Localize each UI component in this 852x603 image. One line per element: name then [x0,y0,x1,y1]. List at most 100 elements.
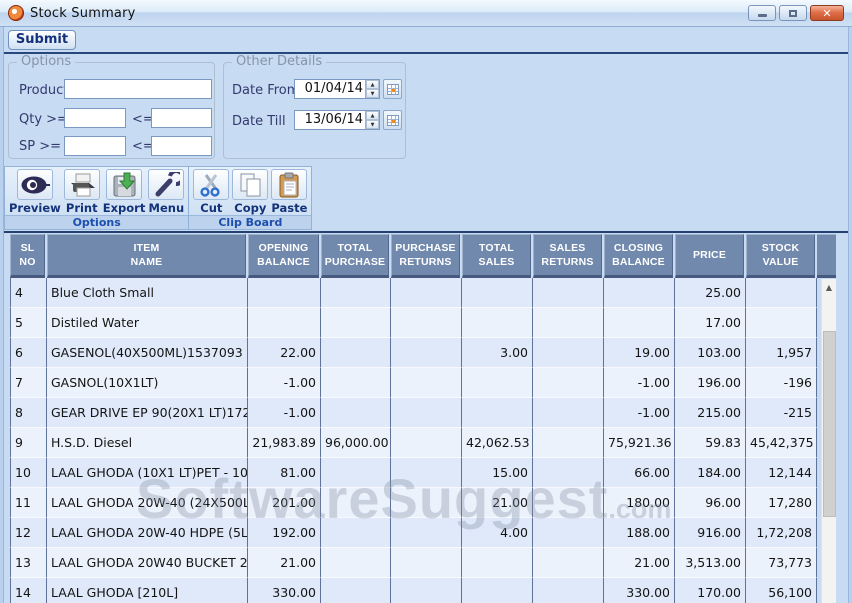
print-button[interactable]: Print [64,169,100,215]
toolbar-group-caption: Clip Board [189,215,311,229]
scroll-up-arrow-icon[interactable]: ▲ [822,279,836,295]
table-row[interactable]: 5Distiled Water17.00 [10,308,817,338]
table-row[interactable]: 13LAAL GHODA 20W40 BUCKET 2...21.0021.00… [10,548,817,578]
item-name-cell: H.S.D. Diesel [47,428,248,458]
cell [533,488,604,518]
close-button[interactable]: ✕ [810,5,844,21]
cell: 1,957 [746,338,817,368]
date-till-label: Date Till [232,114,286,129]
column-header-total-purchase[interactable]: TOTALPURCHASE [321,234,389,278]
column-header-opening-balance[interactable]: OPENINGBALANCE [248,234,319,278]
table-header-row: SLNOITEMNAMEOPENINGBALANCETOTALPURCHASEP… [10,234,817,278]
table-top-border [4,231,848,233]
cell [533,518,604,548]
table-row[interactable]: 11LAAL GHODA 20W-40 (24X500L...201.0021.… [10,488,817,518]
stock-table: SLNOITEMNAMEOPENINGBALANCETOTALPURCHASEP… [10,234,817,603]
toolbar-group-clip-board: CutCopyPasteClip Board [189,167,311,229]
cell [321,278,391,308]
cell: 201.00 [248,488,321,518]
calendar-icon [387,84,399,95]
table-row[interactable]: 6GASENOL(40X500ML)153709322.003.0019.001… [10,338,817,368]
cell: 45,42,375 [746,428,817,458]
floppy-export-icon [106,169,142,200]
title-bar: Stock Summary ✕ [0,0,852,27]
date-from-spin-up-icon[interactable]: ▲ [366,80,379,89]
cell: 96,000.00 [321,428,391,458]
column-header-total-sales[interactable]: TOTALSALES [462,234,531,278]
cell: -1.00 [604,398,675,428]
cell [391,338,462,368]
date-till-calendar-button[interactable] [383,110,402,130]
column-header-sales-returns[interactable]: SALESRETURNS [533,234,602,278]
table-row[interactable]: 9H.S.D. Diesel21,983.8996,000.0042,062.5… [10,428,817,458]
cell: 170.00 [675,578,746,603]
paste-button[interactable]: Paste [271,169,307,215]
date-from-spin-down-icon[interactable]: ▼ [366,89,379,98]
scrollbar-thumb[interactable] [823,331,836,517]
cell [391,308,462,338]
cell [533,308,604,338]
table-row[interactable]: 14LAAL GHODA [210L]330.00330.00170.0056,… [10,578,817,603]
cell: 96.00 [675,488,746,518]
cell: 3,513.00 [675,548,746,578]
date-from-value: 01/04/14 [295,80,365,98]
cell: -1.00 [248,398,321,428]
date-from-field[interactable]: 01/04/14 ▲ ▼ [294,79,380,99]
cell: 916.00 [675,518,746,548]
header-line1: TOTAL [337,241,372,255]
menu-button[interactable]: Menu [148,169,184,215]
column-header-price[interactable]: PRICE [675,234,744,278]
item-name-cell: LAAL GHODA [210L] [47,578,248,603]
cell [391,488,462,518]
printer-icon [64,169,100,200]
cell: -1.00 [248,368,321,398]
table-row[interactable]: 7GASNOL(10X1LT)-1.00-1.00196.00-196 [10,368,817,398]
header-line1: PRICE [693,248,726,262]
table-row[interactable]: 4Blue Cloth Small25.00 [10,278,817,308]
column-header-closing-balance[interactable]: CLOSINGBALANCE [604,234,673,278]
preview-button[interactable]: Preview [9,169,61,215]
vertical-scrollbar[interactable]: ▲ [821,279,836,603]
table-row[interactable]: 12LAAL GHODA 20W-40 HDPE (5L...192.004.0… [10,518,817,548]
column-header-sl-no[interactable]: SLNO [10,234,45,278]
cell: 192.00 [248,518,321,548]
clipboard-icon [271,169,307,200]
sp-min-input[interactable] [64,136,126,156]
sp-max-input[interactable] [151,136,212,156]
product-input[interactable] [64,79,212,99]
date-till-spin-up-icon[interactable]: ▲ [366,111,379,120]
cell [391,578,462,603]
cut-button[interactable]: Cut [193,169,229,215]
minimize-button[interactable] [748,5,776,21]
submit-button[interactable]: Submit [8,30,76,50]
date-till-spin-down-icon[interactable]: ▼ [366,120,379,129]
table-row[interactable]: 8GEAR DRIVE EP 90(20X1 LT)172...-1.00-1.… [10,398,817,428]
column-header-stock-value[interactable]: STOCKVALUE [746,234,815,278]
cell: 13 [10,548,47,578]
column-header-purchase-returns[interactable]: PURCHASERETURNS [391,234,460,278]
eye-icon [17,169,53,200]
cell: 66.00 [604,458,675,488]
cell [604,308,675,338]
cell [462,278,533,308]
window-frame-left [0,27,4,603]
date-from-calendar-button[interactable] [383,79,402,99]
cell: -215 [746,398,817,428]
qty-min-input[interactable] [64,108,126,128]
copy-button[interactable]: Copy [232,169,268,215]
toolbar-button-label: Print [66,201,98,215]
column-header-item-name[interactable]: ITEMNAME [47,234,246,278]
table-row[interactable]: 10LAAL GHODA (10X1 LT)PET - 10...81.0015… [10,458,817,488]
cell: 11 [10,488,47,518]
cell [533,368,604,398]
toolbar-button-label: Paste [271,201,307,215]
cell [391,548,462,578]
date-till-field[interactable]: 13/06/14 ▲ ▼ [294,110,380,130]
qty-max-input[interactable] [151,108,212,128]
maximize-button[interactable] [779,5,807,21]
cell: 22.00 [248,338,321,368]
export-button[interactable]: Export [103,169,146,215]
item-name-cell: LAAL GHODA (10X1 LT)PET - 10... [47,458,248,488]
toolbar-button-label: Preview [9,201,61,215]
cell [321,398,391,428]
